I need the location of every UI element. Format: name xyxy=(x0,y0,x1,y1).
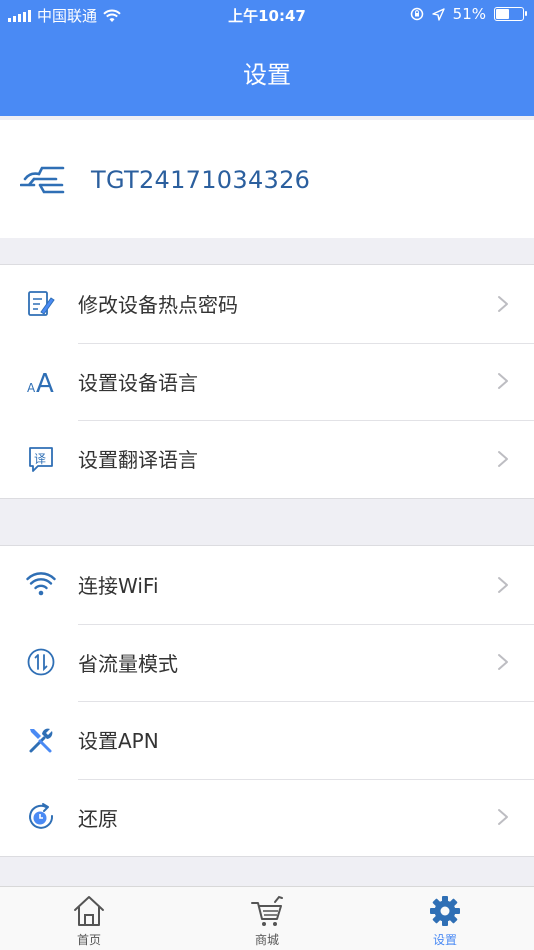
tools-icon xyxy=(26,725,56,755)
location-arrow-icon xyxy=(431,7,445,21)
menu-item-label: 设置设备语言 xyxy=(78,370,198,395)
translate-icon: 译 xyxy=(26,444,56,474)
settings-group-2: 连接WiFi 省流量模式 设置APN 还原 xyxy=(0,545,534,857)
svg-text:译: 译 xyxy=(34,452,46,466)
menu-item-hotspot-password[interactable]: 修改设备热点密码 xyxy=(0,265,534,343)
tab-label: 设置 xyxy=(432,933,457,947)
status-right: 51% xyxy=(410,5,527,23)
svg-text:A: A xyxy=(36,369,54,396)
chevron-right-icon xyxy=(498,576,508,593)
device-id: TGT24171034326 xyxy=(91,166,311,194)
tab-settings[interactable]: 设置 xyxy=(356,887,534,950)
status-bar: 中国联通 上午10:47 51% xyxy=(0,0,534,30)
svg-text:A: A xyxy=(27,381,36,395)
battery-fill xyxy=(496,9,510,19)
menu-item-connect-wifi[interactable]: 连接WiFi xyxy=(0,546,534,624)
tab-label: 商城 xyxy=(254,933,279,947)
menu-item-label: 修改设备热点密码 xyxy=(78,293,238,318)
chevron-right-icon xyxy=(498,809,508,826)
page-title: 设置 xyxy=(243,60,291,89)
menu-item-label: 还原 xyxy=(78,806,118,831)
chevron-right-icon xyxy=(498,295,508,312)
battery-icon xyxy=(494,7,527,21)
menu-item-label: 连接WiFi xyxy=(78,574,159,599)
gear-icon xyxy=(430,896,460,926)
chevron-right-icon xyxy=(498,450,508,467)
chevron-right-icon xyxy=(498,373,508,390)
wifi-icon xyxy=(26,570,56,600)
menu-item-translation-language[interactable]: 译 设置翻译语言 xyxy=(0,420,534,498)
data-saver-icon xyxy=(26,647,56,677)
tab-label: 首页 xyxy=(76,933,101,947)
battery-percent: 51% xyxy=(452,5,486,23)
settings-group-1: 修改设备热点密码 A A 设置设备语言 译 设置翻译语言 xyxy=(0,264,534,499)
menu-item-data-saver[interactable]: 省流量模式 xyxy=(0,623,534,702)
tab-mall[interactable]: 商城 xyxy=(178,887,356,950)
device-card[interactable]: TGT24171034326 xyxy=(0,120,534,238)
device-logo-icon xyxy=(20,166,65,194)
rotation-lock-icon xyxy=(410,7,423,21)
edit-document-icon xyxy=(26,289,56,319)
menu-item-apn[interactable]: 设置APN xyxy=(0,701,534,779)
tab-bar: 首页 商城 设置 xyxy=(0,886,534,950)
menu-item-restore[interactable]: 还原 xyxy=(0,778,534,857)
menu-item-label: 省流量模式 xyxy=(78,651,178,676)
home-icon xyxy=(74,896,104,926)
cart-icon xyxy=(251,895,283,926)
chevron-right-icon xyxy=(498,654,508,671)
font-size-icon: A A xyxy=(26,366,56,396)
tab-home[interactable]: 首页 xyxy=(0,887,178,950)
menu-item-label: 设置APN xyxy=(78,729,159,754)
nav-bar: 设置 xyxy=(0,30,534,116)
menu-item-device-language[interactable]: A A 设置设备语言 xyxy=(0,342,534,421)
restore-icon xyxy=(26,802,56,832)
menu-item-label: 设置翻译语言 xyxy=(78,448,198,473)
